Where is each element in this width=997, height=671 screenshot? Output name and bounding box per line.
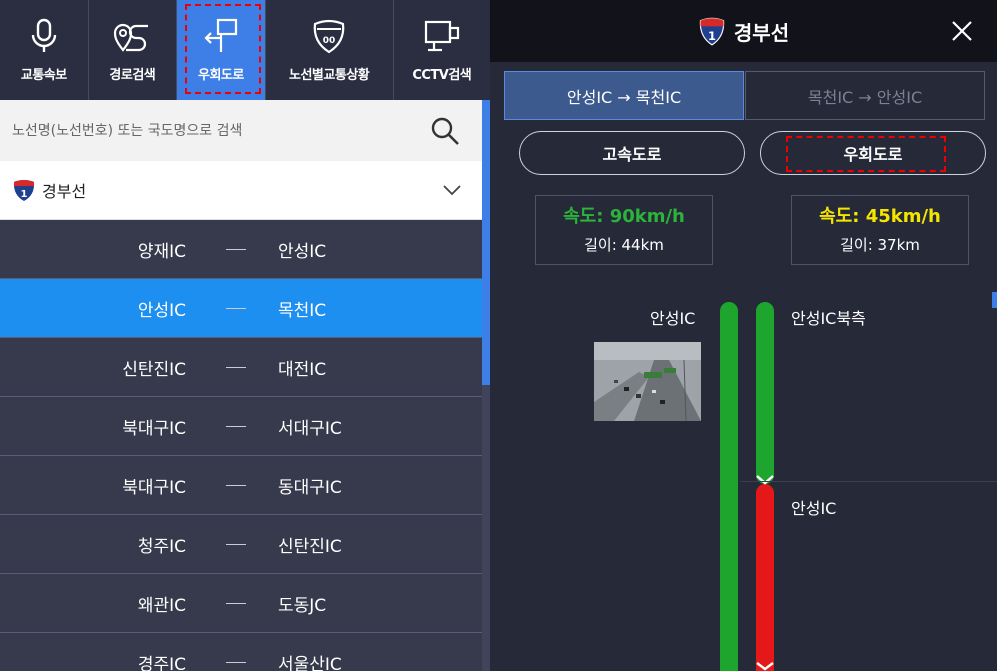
segment-divider (226, 426, 246, 427)
route-pin-icon (114, 23, 149, 52)
segment-from: 북대구IC (122, 418, 186, 439)
detour-speed-bar-red (756, 484, 774, 671)
nav-route-traffic[interactable]: 00 노선별교통상황 (266, 0, 394, 100)
route-list-panel: 교통속보 경로검색 우회도로 00 노선별교통상황 CCTV검색 노선명(노선번… (0, 0, 490, 671)
segment-to: 목천IC (278, 300, 327, 321)
highway-shield-icon: 1 (13, 180, 35, 201)
chevron-down-icon (756, 662, 774, 671)
shield-number: 1 (708, 29, 716, 43)
segment-from: 양재IC (137, 241, 186, 262)
direction-tab-forward[interactable]: 안성IC → 목천IC (504, 71, 744, 120)
segment-row[interactable]: 양재IC 안성IC (0, 220, 482, 279)
nav-label: 교통속보 (20, 68, 67, 83)
highlight-box (185, 4, 262, 94)
detour-info-bubble: 속도: 45km/h 길이: 37km (791, 195, 969, 265)
nav-label: CCTV검색 (412, 68, 472, 83)
highlight-box (786, 136, 946, 172)
segment-divider (226, 603, 246, 604)
search-icon[interactable] (430, 116, 460, 146)
detail-title: 경부선 (733, 20, 790, 45)
top-navigation: 교통속보 경로검색 우회도로 00 노선별교통상황 CCTV검색 (0, 0, 490, 100)
segment-to: 동대구IC (278, 477, 342, 498)
right-node-label: 안성IC북측 (791, 309, 866, 328)
segment-divider (226, 308, 246, 309)
highway-speed-bar (720, 302, 738, 671)
shield-number: 1 (21, 189, 28, 200)
direction-tab-reverse[interactable]: 목천IC → 안성IC (745, 71, 985, 120)
segment-row[interactable]: 북대구IC 서대구IC (0, 397, 482, 456)
highway-length: 길이: 44km (584, 236, 664, 254)
chevron-down-icon (756, 475, 774, 485)
segment-from: 청주IC (137, 536, 186, 557)
segment-to: 서울산IC (278, 654, 342, 671)
segment-divider (226, 485, 246, 486)
close-icon[interactable] (951, 20, 973, 42)
segment-row[interactable]: 북대구IC 동대구IC (0, 456, 482, 515)
detail-header: 1 경부선 (490, 0, 997, 62)
nav-label: 경로검색 (109, 68, 156, 83)
segment-from: 왜관IC (137, 595, 186, 616)
nav-detour-road[interactable]: 우회도로 (177, 0, 266, 100)
cctv-monitor-icon (424, 20, 459, 52)
segment-row-selected[interactable]: 안성IC 목천IC (0, 279, 482, 338)
detour-speed-bar-green (756, 302, 774, 484)
segment-from: 신탄진IC (122, 359, 186, 380)
segment-row[interactable]: 경주IC 서울산IC (0, 633, 482, 671)
segment-to: 서대구IC (278, 418, 342, 439)
segment-to: 안성IC (278, 241, 327, 262)
segment-divider-line (740, 481, 997, 482)
detour-detail-panel: 1 경부선 안성IC → 목천IC 목천IC → 안성IC 고속도로 우회도로 … (490, 0, 997, 671)
highway-speed: 속도: 90km/h (563, 206, 685, 227)
segment-list: 양재IC 안성IC 안성IC 목천IC 신탄진IC 대전IC 북대구IC 서대구… (0, 220, 482, 671)
route-name: 경부선 (42, 182, 87, 201)
highway-info-bubble: 속도: 90km/h 길이: 44km (535, 195, 713, 265)
nav-label: 노선별교통상황 (289, 68, 370, 83)
highway-shield-icon: 1 (699, 17, 725, 46)
nav-traffic-news[interactable]: 교통속보 (0, 0, 89, 100)
detour-speed: 속도: 45km/h (819, 206, 941, 227)
right-node-label: 안성IC (791, 499, 837, 518)
route-dropdown[interactable]: 1 경부선 (0, 161, 482, 220)
left-node-label: 안성IC (650, 309, 696, 328)
segment-divider (226, 544, 246, 545)
segment-to: 도동JC (278, 595, 327, 616)
segment-row[interactable]: 왜관IC 도동JC (0, 574, 482, 633)
segment-row[interactable]: 청주IC 신탄진IC (0, 515, 482, 574)
microphone-icon (31, 18, 56, 52)
cctv-thumbnail[interactable] (594, 342, 701, 421)
highway-button[interactable]: 고속도로 (519, 131, 745, 175)
nav-cctv-search[interactable]: CCTV검색 (394, 0, 490, 100)
segment-from: 안성IC (137, 300, 186, 321)
detail-scrollbar-thumb[interactable] (992, 292, 997, 308)
nav-route-search[interactable]: 경로검색 (89, 0, 178, 100)
segment-divider (226, 367, 246, 368)
segment-divider (226, 662, 246, 663)
highway-shield-icon: 00 (313, 19, 345, 54)
segment-divider (226, 249, 246, 250)
segment-row[interactable]: 신탄진IC 대전IC (0, 338, 482, 397)
search-input[interactable] (12, 122, 412, 139)
search-bar (0, 100, 482, 161)
segment-from: 북대구IC (122, 477, 186, 498)
segment-from: 경주IC (137, 654, 186, 671)
chevron-down-icon (443, 185, 461, 196)
list-scrollbar-thumb[interactable] (482, 100, 490, 385)
detour-length: 길이: 37km (840, 236, 920, 254)
segment-to: 신탄진IC (278, 536, 342, 557)
segment-to: 대전IC (278, 359, 327, 380)
shield-badge: 00 (323, 36, 336, 46)
